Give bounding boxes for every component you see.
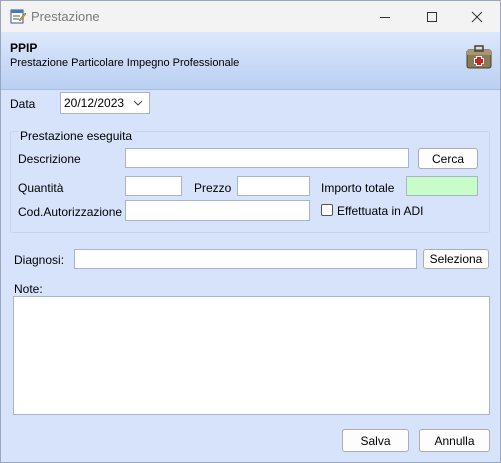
title-bar: Prestazione xyxy=(1,1,500,32)
header-subtitle: Prestazione Particolare Impegno Professi… xyxy=(10,57,240,69)
prezzo-input[interactable] xyxy=(237,176,310,196)
close-button[interactable] xyxy=(454,1,500,32)
data-label: Data xyxy=(10,97,36,111)
save-button[interactable]: Salva xyxy=(342,429,409,452)
date-value: 20/12/2023 xyxy=(64,96,125,110)
effettuata-adi-label: Effettuata in ADI xyxy=(337,204,424,218)
prestazione-group-title: Prestazione eseguita xyxy=(18,129,135,143)
maximize-button[interactable] xyxy=(409,1,455,32)
descrizione-input[interactable] xyxy=(125,148,409,168)
effettuata-adi-checkbox[interactable] xyxy=(321,204,333,216)
quantita-label: Quantità xyxy=(18,181,64,195)
prestazione-window: Prestazione PPIP Prestazione Particolare… xyxy=(0,0,501,463)
cod-autorizzazione-label: Cod.Autorizzazione xyxy=(18,205,123,219)
header-title: PPIP xyxy=(10,41,38,55)
cerca-button[interactable]: Cerca xyxy=(418,148,478,169)
descrizione-label: Descrizione xyxy=(18,152,81,166)
importo-totale-label: Importo totale xyxy=(321,181,395,195)
note-textarea[interactable] xyxy=(13,296,490,415)
seleziona-button[interactable]: Seleziona xyxy=(423,249,489,269)
prezzo-label: Prezzo xyxy=(194,181,232,195)
minimize-button[interactable] xyxy=(362,1,408,32)
window-title: Prestazione xyxy=(31,9,100,24)
chevron-down-icon xyxy=(133,100,143,106)
cod-autorizzazione-input[interactable] xyxy=(125,200,310,221)
diagnosi-label: Diagnosi: xyxy=(14,253,65,267)
minimize-icon xyxy=(380,16,390,18)
close-icon xyxy=(471,11,483,22)
maximize-icon xyxy=(427,11,437,22)
quantita-input[interactable] xyxy=(125,176,182,196)
edit-document-icon xyxy=(10,9,26,24)
importo-totale-field xyxy=(406,176,478,196)
header-banner: PPIP Prestazione Particolare Impegno Pro… xyxy=(1,32,500,90)
date-picker[interactable]: 20/12/2023 xyxy=(60,92,150,114)
medical-kit-icon xyxy=(466,45,492,69)
cancel-button[interactable]: Annulla xyxy=(419,429,490,452)
diagnosi-input[interactable] xyxy=(74,249,417,269)
note-label: Note: xyxy=(14,282,43,296)
